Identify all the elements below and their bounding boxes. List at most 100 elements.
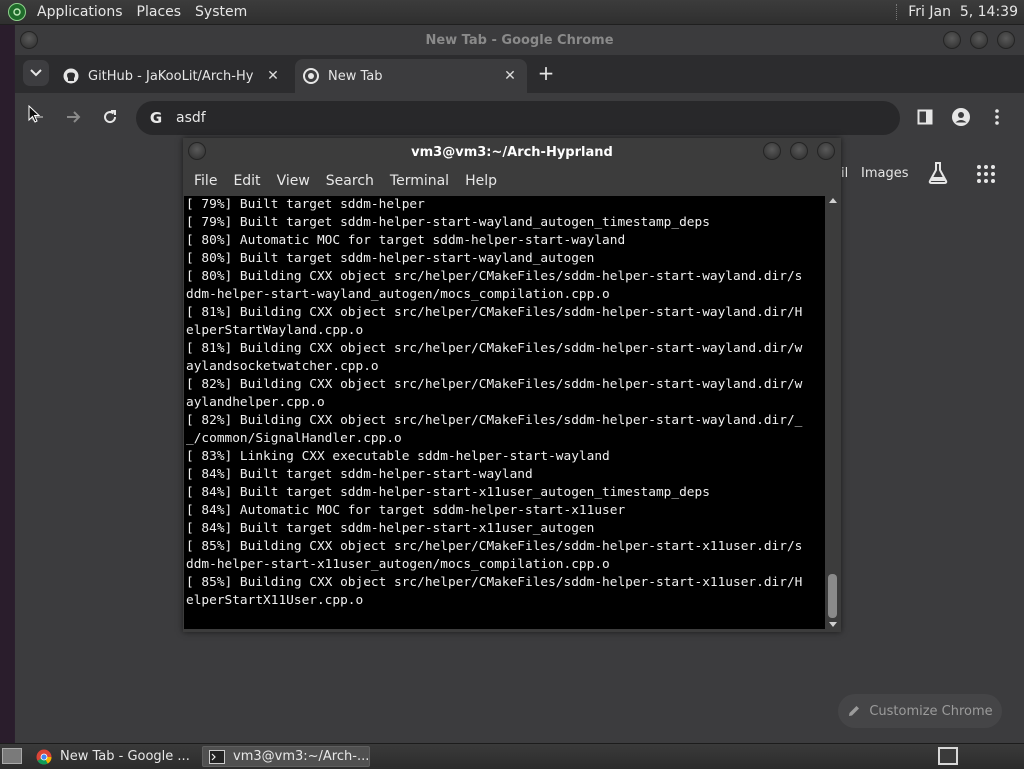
close-tab-icon[interactable]: ✕ xyxy=(264,67,282,85)
taskbar-item-label: vm3@vm3:~/Arch-... xyxy=(233,749,370,764)
show-desktop-icon[interactable] xyxy=(2,748,22,764)
terminal-line: [ 79%] Built target sddm-helper xyxy=(186,197,425,212)
terminal-line: aylandhelper.cpp.o xyxy=(186,395,325,410)
terminal-line: _/common/SignalHandler.cpp.o xyxy=(186,431,402,446)
bottom-taskbar: New Tab - Google ... vm3@vm3:~/Arch-... xyxy=(0,743,1024,769)
window-menu-button[interactable] xyxy=(20,31,38,49)
menu-file[interactable]: File xyxy=(188,173,225,189)
chrome-menu-button[interactable] xyxy=(985,105,1009,129)
close-button[interactable] xyxy=(997,31,1015,49)
tab-new-tab[interactable]: New Tab ✕ xyxy=(295,59,527,93)
chrome-window-title: New Tab - Google Chrome xyxy=(425,32,614,48)
close-button[interactable] xyxy=(817,142,835,160)
new-tab-button[interactable]: + xyxy=(535,61,557,85)
terminal-line: elperStartX11User.cpp.o xyxy=(186,593,364,608)
tab-strip: GitHub - JaKooLit/Arch-Hyprl ✕ New Tab ✕… xyxy=(15,55,1024,93)
terminal-line: [ 80%] Automatic MOC for target sddm-hel… xyxy=(186,233,626,248)
apps-grid-icon xyxy=(977,165,995,183)
mouse-cursor-icon xyxy=(28,105,40,123)
github-icon xyxy=(63,68,79,84)
scrollbar-thumb[interactable] xyxy=(828,574,837,618)
terminal-line: [ 85%] Building CXX object src/helper/CM… xyxy=(186,539,803,554)
reload-button[interactable] xyxy=(98,105,122,129)
chrome-toolbar: G asdf xyxy=(15,93,1024,141)
taskbar-item-terminal[interactable]: vm3@vm3:~/Arch-... xyxy=(202,746,370,767)
terminal-window-title: vm3@vm3:~/Arch-Hyprland xyxy=(411,144,613,160)
terminal-line: [ 80%] Built target sddm-helper-start-wa… xyxy=(186,251,595,266)
terminal-line: ddm-helper-start-wayland_autogen/mocs_co… xyxy=(186,287,610,302)
terminal-line: [ 84%] Built target sddm-helper-start-x1… xyxy=(186,521,595,536)
terminal-line: [ 81%] Building CXX object src/helper/CM… xyxy=(186,341,803,356)
terminal-line: [ 82%] Building CXX object src/helper/CM… xyxy=(186,377,803,392)
tab-github[interactable]: GitHub - JaKooLit/Arch-Hyprl ✕ xyxy=(55,59,290,93)
terminal-line: [ 80%] Building CXX object src/helper/CM… xyxy=(186,269,803,284)
window-menu-button[interactable] xyxy=(188,142,206,160)
address-bar-text[interactable]: asdf xyxy=(176,110,206,126)
tab-title: New Tab xyxy=(328,68,383,84)
tab-title: GitHub - JaKooLit/Arch-Hyprl xyxy=(88,68,253,84)
forward-button[interactable] xyxy=(61,105,85,129)
chevron-down-icon xyxy=(30,69,42,77)
terminal-line: aylandsocketwatcher.cpp.o xyxy=(186,359,379,374)
profile-button[interactable] xyxy=(949,105,973,129)
terminal-line: [ 83%] Linking CXX executable sddm-helpe… xyxy=(186,449,610,464)
side-panel-button[interactable] xyxy=(913,105,937,129)
menu-view[interactable]: View xyxy=(271,173,318,189)
places-menu[interactable]: Places xyxy=(132,4,191,20)
terminal-line: [ 84%] Built target sddm-helper-start-wa… xyxy=(186,467,533,482)
terminal-scrollbar[interactable] xyxy=(826,196,840,629)
scroll-up-icon[interactable] xyxy=(829,198,837,203)
top-panel: Applications Places System Fri Jan 5, 14… xyxy=(0,0,1024,25)
google-g-icon: G xyxy=(149,109,163,127)
terminal-line: [ 79%] Built target sddm-helper-start-wa… xyxy=(186,215,710,230)
terminal-output[interactable]: [ 79%] Built target sddm-helper [ 79%] B… xyxy=(184,196,825,629)
arrow-right-icon xyxy=(67,111,81,123)
panel-clock[interactable]: Fri Jan 5, 14:39 xyxy=(908,4,1018,20)
terminal-line: [ 84%] Built target sddm-helper-start-x1… xyxy=(186,485,710,500)
menu-help[interactable]: Help xyxy=(459,173,505,189)
minimize-button[interactable] xyxy=(943,31,961,49)
pencil-icon xyxy=(849,706,860,716)
taskbar-item-label: New Tab - Google ... xyxy=(60,749,190,764)
applications-menu[interactable]: Applications xyxy=(32,4,132,20)
kebab-menu-icon xyxy=(995,109,999,125)
close-tab-icon[interactable]: ✕ xyxy=(501,67,519,85)
profile-icon xyxy=(952,108,970,126)
images-link[interactable]: Images xyxy=(861,166,909,181)
terminal-menubar: File Edit View Search Terminal Help xyxy=(183,166,841,196)
terminal-line: ddm-helper-start-x11user_autogen/mocs_co… xyxy=(186,557,610,572)
flask-icon xyxy=(928,162,948,184)
taskbar-item-chrome[interactable]: New Tab - Google ... xyxy=(30,746,198,767)
menu-terminal[interactable]: Terminal xyxy=(384,173,457,189)
side-panel-icon xyxy=(917,109,933,125)
distro-logo-icon[interactable] xyxy=(8,3,26,21)
terminal-icon xyxy=(209,749,225,764)
maximize-button[interactable] xyxy=(790,142,808,160)
terminal-line: [ 82%] Building CXX object src/helper/CM… xyxy=(186,413,803,428)
chrome-titlebar[interactable]: New Tab - Google Chrome xyxy=(15,25,1024,55)
scroll-down-icon[interactable] xyxy=(829,622,837,627)
customize-chrome-label: Customize Chrome xyxy=(869,703,993,719)
terminal-window: vm3@vm3:~/Arch-Hyprland File Edit View S… xyxy=(183,138,841,632)
address-bar[interactable]: G asdf xyxy=(136,101,900,135)
terminal-line: [ 81%] Building CXX object src/helper/CM… xyxy=(186,305,803,320)
menu-edit[interactable]: Edit xyxy=(227,173,268,189)
workspace-switcher-icon[interactable] xyxy=(938,747,958,765)
labs-button[interactable] xyxy=(927,161,949,185)
system-menu[interactable]: System xyxy=(190,4,256,20)
reload-icon xyxy=(104,110,117,124)
menu-search[interactable]: Search xyxy=(320,173,382,189)
customize-chrome-button[interactable]: Customize Chrome xyxy=(838,694,1002,728)
terminal-line: elperStartWayland.cpp.o xyxy=(186,323,364,338)
apps-button[interactable] xyxy=(976,164,996,184)
panel-separator xyxy=(896,4,899,20)
tab-search-button[interactable] xyxy=(23,60,49,86)
desktop-background xyxy=(0,25,14,743)
terminal-titlebar[interactable]: vm3@vm3:~/Arch-Hyprland xyxy=(183,138,841,166)
gmail-link[interactable]: il xyxy=(841,166,848,181)
chrome-icon xyxy=(303,68,319,84)
minimize-button[interactable] xyxy=(763,142,781,160)
terminal-line: [ 85%] Building CXX object src/helper/CM… xyxy=(186,575,803,590)
terminal-line: [ 84%] Automatic MOC for target sddm-hel… xyxy=(186,503,626,518)
maximize-button[interactable] xyxy=(970,31,988,49)
